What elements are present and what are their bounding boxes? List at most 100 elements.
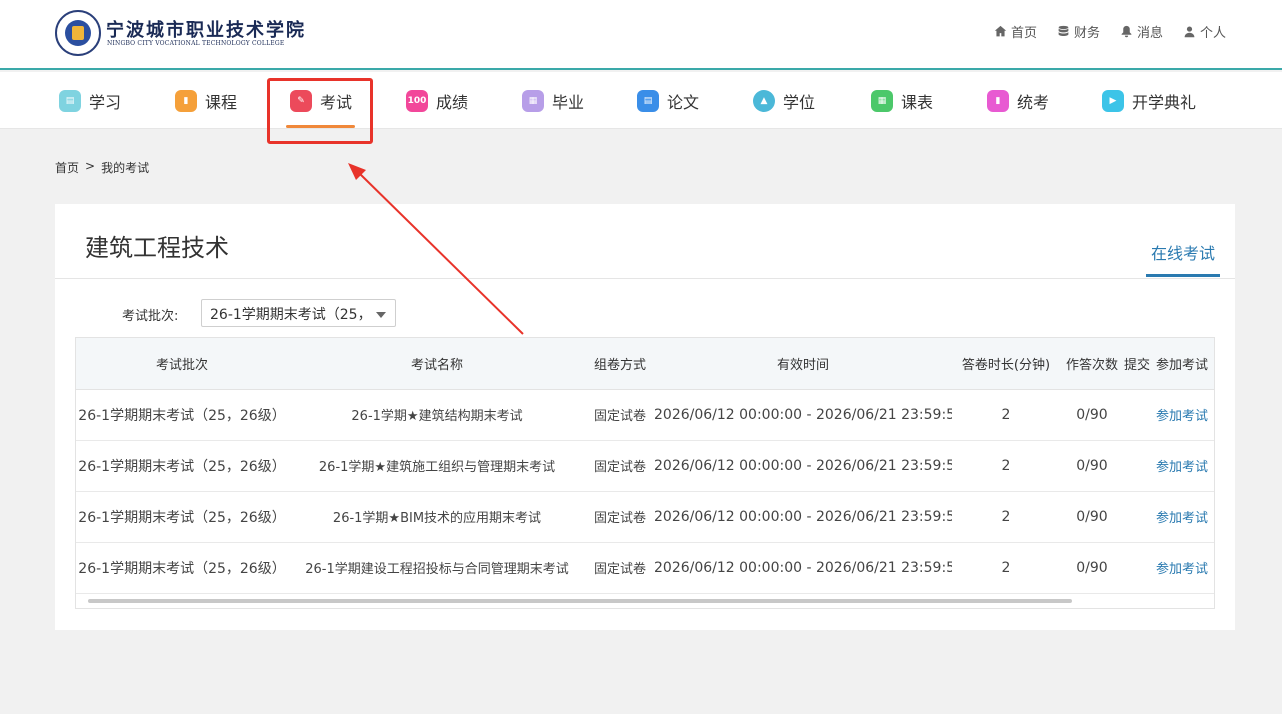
course-icon: ▮ [175, 90, 197, 112]
database-icon [1058, 25, 1069, 36]
cell-duration: 2 [952, 491, 1060, 543]
cell-duration: 2 [952, 440, 1060, 492]
cell-duration: 2 [952, 389, 1060, 441]
home-icon [994, 25, 1007, 37]
nav-item-unified-exam[interactable]: ▮ 统考 [987, 88, 1049, 114]
unified-exam-icon: ▮ [987, 90, 1009, 112]
tab-online-exam[interactable]: 在线考试 [1146, 240, 1220, 277]
top-links: 首页 财务 消息 个人 [994, 22, 1226, 41]
nav-item-label: 课程 [205, 93, 238, 112]
ceremony-icon: ▶ [1102, 90, 1124, 112]
cell-batch: 26-1学期期末考试（25，26级） [76, 491, 288, 543]
header: 宁波城市职业技术学院 NINGBO CITY VOCATIONAL TECHNO… [0, 0, 1282, 70]
bell-icon [1121, 25, 1132, 38]
cell-batch: 26-1学期期末考试（25，26级） [76, 440, 288, 492]
cell-attempts: 0/90 [1060, 389, 1124, 441]
column-header: 考试批次 [76, 338, 288, 390]
major-title: 建筑工程技术 [85, 234, 229, 262]
cell-submit [1124, 389, 1156, 441]
timetable-icon: ▦ [871, 90, 893, 112]
cell-submit [1124, 542, 1156, 594]
top-link-home[interactable]: 首页 [994, 22, 1037, 41]
nav-item-label: 开学典礼 [1132, 93, 1197, 112]
breadcrumb: 首页 > 我的考试 [55, 159, 149, 176]
caret-down-icon [376, 312, 386, 318]
breadcrumb-separator: > [85, 159, 96, 173]
join-exam-link[interactable]: 参加考试 [1156, 440, 1214, 492]
column-header: 提交 [1124, 338, 1156, 390]
cell-time: 2026/06/12 00:00:00 - 2026/06/21 23:59:5… [654, 542, 952, 594]
cell-name: 26-1学期建设工程招投标与合同管理期末考试 [288, 542, 586, 594]
score-icon: 100 [406, 90, 428, 112]
table-row: 26-1学期期末考试（25，26级） 26-1学期★BIM技术的应用期末考试 固… [76, 491, 1214, 543]
nav-item-label: 成绩 [436, 93, 469, 112]
cell-method: 固定试卷 [586, 440, 654, 492]
cell-submit [1124, 491, 1156, 543]
column-header: 作答次数 [1060, 338, 1124, 390]
thesis-icon: ▤ [637, 90, 659, 112]
batch-select[interactable]: 26-1学期期末考试（25， [201, 299, 396, 327]
top-link-label: 首页 [1010, 26, 1037, 41]
batch-filter-label: 考试批次: [122, 309, 179, 324]
column-header: 有效时间 [654, 338, 952, 390]
cell-method: 固定试卷 [586, 542, 654, 594]
nav-item-course[interactable]: ▮ 课程 [175, 88, 237, 114]
column-header: 答卷时长(分钟) [952, 338, 1060, 390]
cell-time: 2026/06/12 00:00:00 - 2026/06/21 23:59:5… [654, 491, 952, 543]
study-icon: ▤ [59, 90, 81, 112]
table-row: 26-1学期期末考试（25，26级） 26-1学期★建筑结构期末考试 固定试卷 … [76, 389, 1214, 441]
school-name: 宁波城市职业技术学院 [106, 20, 306, 41]
join-exam-link[interactable]: 参加考试 [1156, 389, 1214, 441]
nav-item-score[interactable]: 100 成绩 [406, 88, 468, 114]
column-header: 参加考试 [1156, 338, 1214, 390]
top-link-personal[interactable]: 个人 [1183, 22, 1226, 41]
column-header: 组卷方式 [586, 338, 654, 390]
cell-name: 26-1学期★建筑施工组织与管理期末考试 [288, 440, 586, 492]
cell-batch: 26-1学期期末考试（25，26级） [76, 389, 288, 441]
nav-item-label: 统考 [1017, 93, 1050, 112]
breadcrumb-current: 我的考试 [101, 161, 150, 175]
nav-item-ceremony[interactable]: ▶ 开学典礼 [1102, 88, 1196, 114]
degree-icon: ▲ [753, 90, 775, 112]
school-name-en: NINGBO CITY VOCATIONAL TECHNOLOGY COLLEG… [107, 40, 285, 47]
exam-card: 建筑工程技术 在线考试 考试批次: 26-1学期期末考试（25， 考试批次 考试… [55, 204, 1235, 630]
nav-item-label: 毕业 [552, 93, 585, 112]
annotation-highlight-box [267, 78, 373, 144]
join-exam-link[interactable]: 参加考试 [1156, 542, 1214, 594]
nav-item-label: 论文 [667, 93, 700, 112]
nav-item-label: 课表 [901, 93, 934, 112]
table-row: 26-1学期期末考试（25，26级） 26-1学期★建筑施工组织与管理期末考试 … [76, 440, 1214, 492]
horizontal-scrollbar[interactable] [88, 599, 1072, 603]
exam-table: 考试批次 考试名称 组卷方式 有效时间 答卷时长(分钟) 作答次数 提交 参加考… [75, 337, 1215, 609]
top-link-messages[interactable]: 消息 [1120, 22, 1163, 41]
top-link-label: 财务 [1073, 26, 1100, 41]
divider [55, 278, 1235, 279]
table-row: 26-1学期期末考试（25，26级） 26-1学期建设工程招投标与合同管理期末考… [76, 542, 1214, 594]
nav-item-label: 学习 [89, 93, 122, 112]
cell-method: 固定试卷 [586, 389, 654, 441]
top-link-finance[interactable]: 财务 [1057, 22, 1100, 41]
nav-item-degree[interactable]: ▲ 学位 [753, 88, 815, 114]
cell-batch: 26-1学期期末考试（25，26级） [76, 542, 288, 594]
table-header-row: 考试批次 考试名称 组卷方式 有效时间 答卷时长(分钟) 作答次数 提交 参加考… [76, 338, 1214, 390]
cell-name: 26-1学期★建筑结构期末考试 [288, 389, 586, 441]
column-header: 考试名称 [288, 338, 586, 390]
cell-submit [1124, 440, 1156, 492]
cell-time: 2026/06/12 00:00:00 - 2026/06/21 23:59:5… [654, 389, 952, 441]
cell-time: 2026/06/12 00:00:00 - 2026/06/21 23:59:5… [654, 440, 952, 492]
cell-attempts: 0/90 [1060, 440, 1124, 492]
cell-attempts: 0/90 [1060, 542, 1124, 594]
cell-name: 26-1学期★BIM技术的应用期末考试 [288, 491, 586, 543]
join-exam-link[interactable]: 参加考试 [1156, 491, 1214, 543]
nav-item-study[interactable]: ▤ 学习 [59, 88, 121, 114]
nav-item-timetable[interactable]: ▦ 课表 [871, 88, 933, 114]
nav-item-thesis[interactable]: ▤ 论文 [637, 88, 699, 114]
school-logo-icon[interactable] [55, 10, 101, 56]
nav-item-graduation[interactable]: ▦ 毕业 [522, 88, 584, 114]
graduation-icon: ▦ [522, 90, 544, 112]
top-link-label: 个人 [1199, 26, 1226, 41]
user-icon [1184, 26, 1195, 38]
cell-method: 固定试卷 [586, 491, 654, 543]
cell-duration: 2 [952, 542, 1060, 594]
breadcrumb-home[interactable]: 首页 [55, 159, 79, 176]
